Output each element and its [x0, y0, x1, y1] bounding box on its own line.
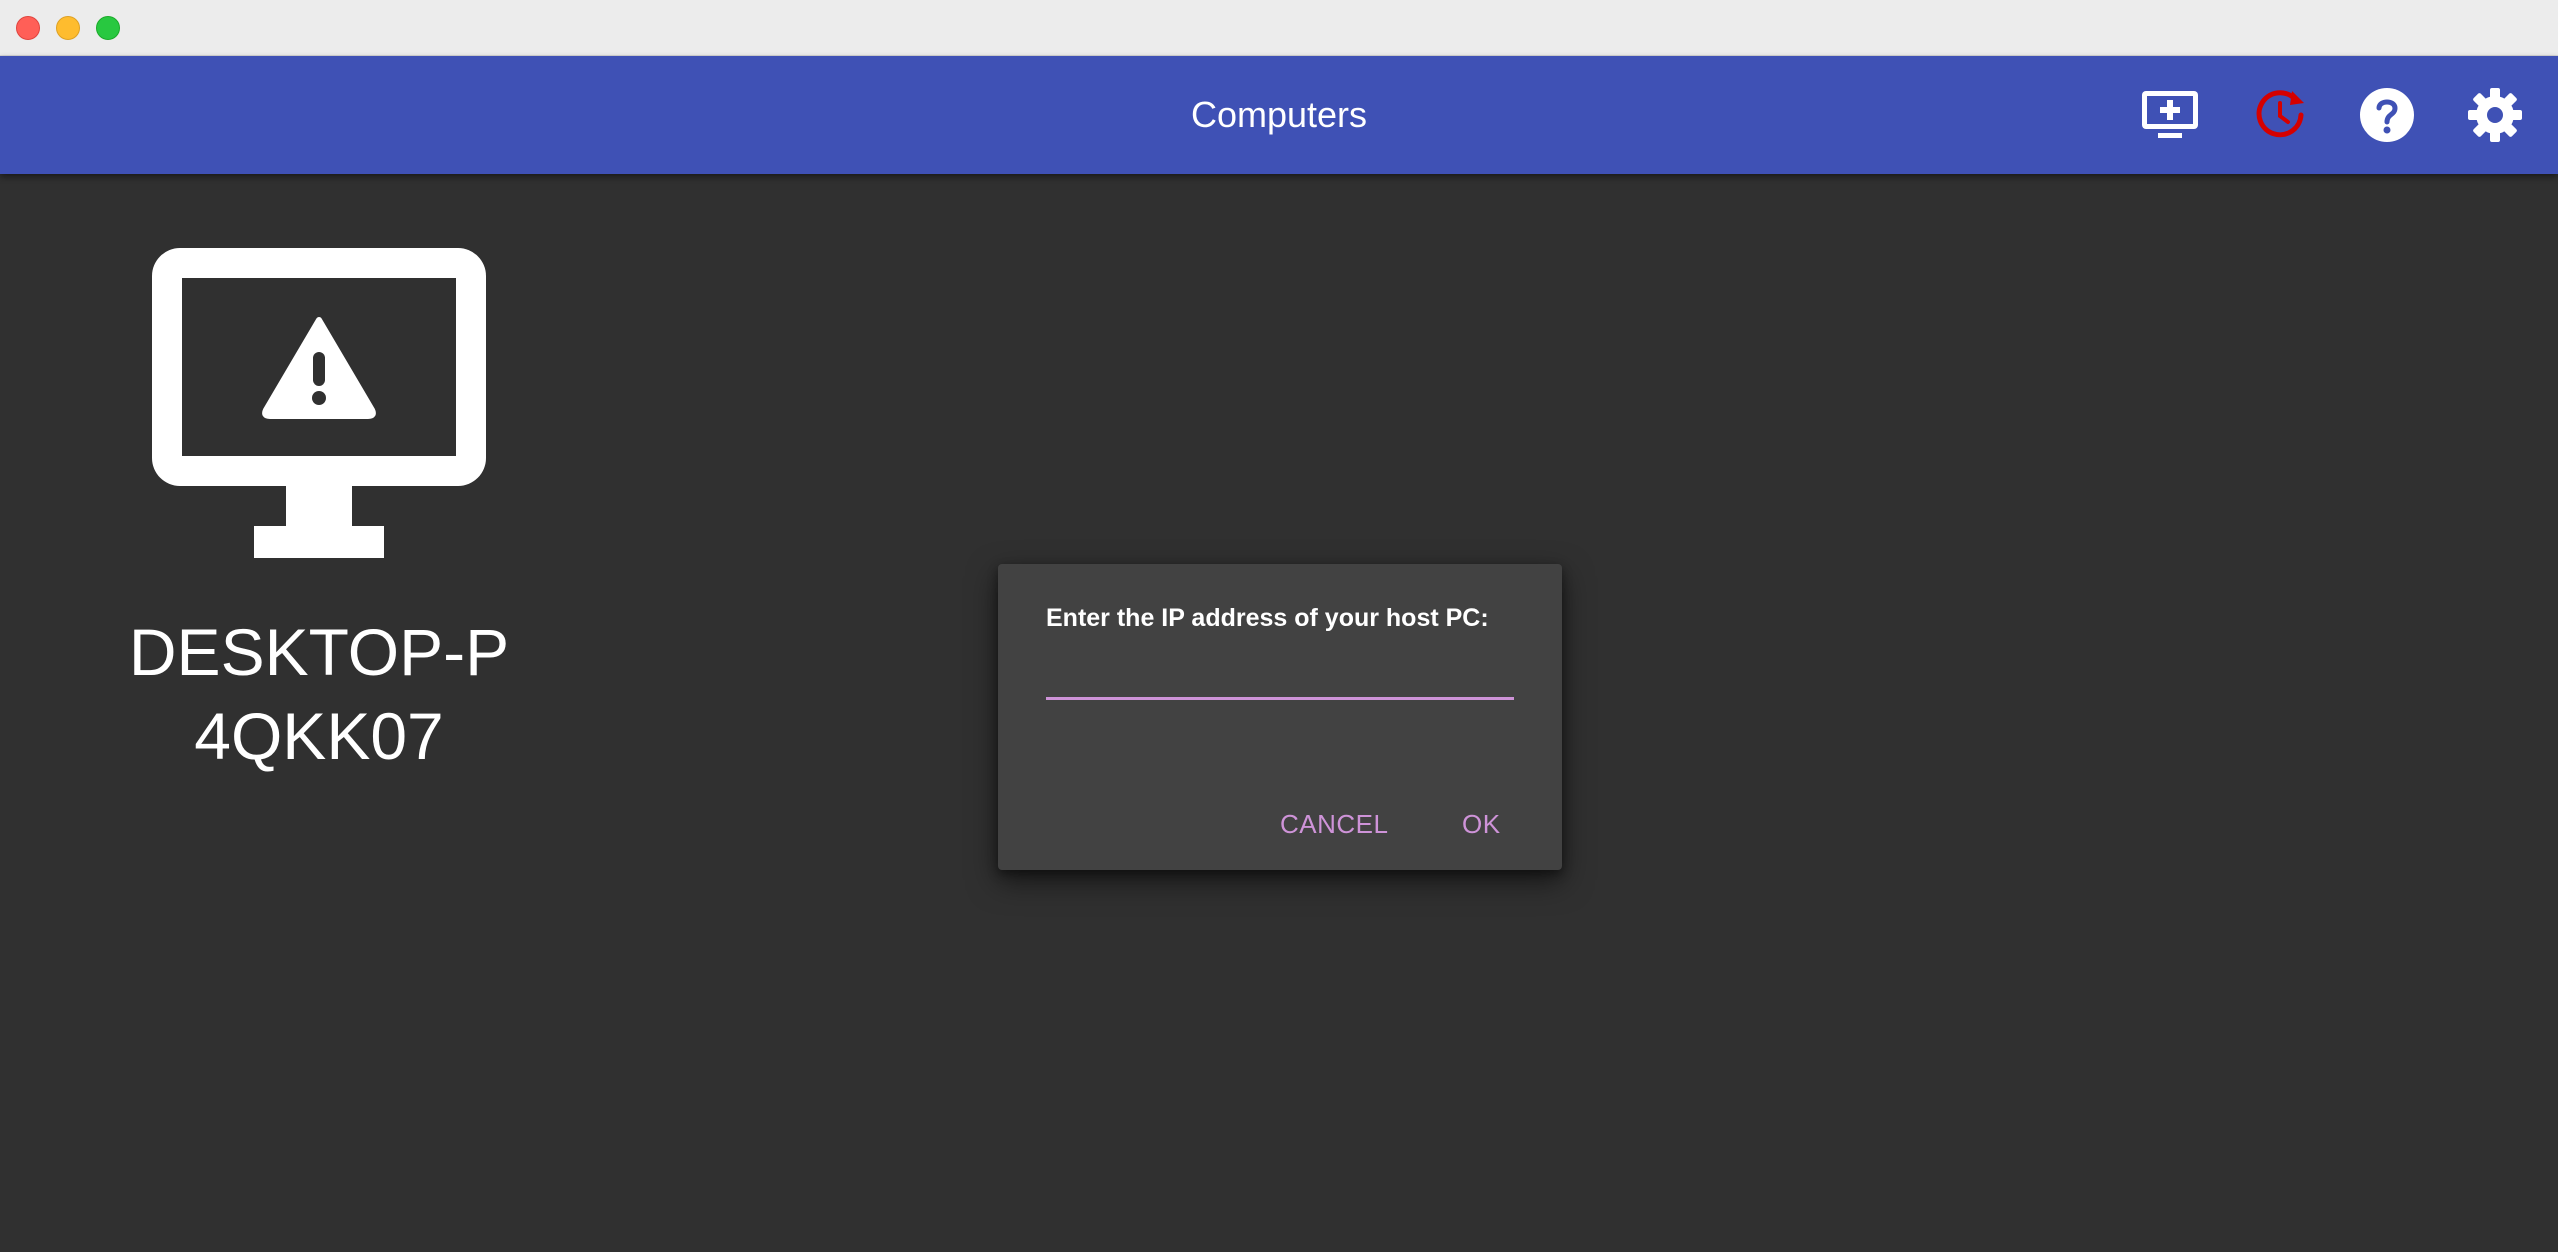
add-pc-button[interactable] — [2140, 87, 2200, 143]
cancel-button[interactable]: CANCEL — [1264, 796, 1404, 852]
settings-button[interactable] — [2465, 87, 2525, 143]
ok-button[interactable]: OK — [1446, 796, 1517, 852]
recent-button[interactable] — [2250, 87, 2310, 143]
help-circle-icon — [2360, 88, 2414, 142]
window-zoom-button[interactable] — [96, 16, 120, 40]
add-pc-dialog: Enter the IP address of your host PC: CA… — [998, 564, 1562, 870]
app-bar: Computers — [0, 56, 2558, 174]
dialog-title: Enter the IP address of your host PC: — [1046, 604, 1489, 632]
gear-icon — [2468, 88, 2522, 142]
window-close-button[interactable] — [16, 16, 40, 40]
computer-tile[interactable]: DESKTOP-P4QKK07 — [118, 240, 520, 778]
app-window: Computers DESKTOP-P4QKK07 Enter the IP a… — [0, 0, 2558, 1252]
add-computer-icon — [2142, 91, 2198, 138]
ip-address-input[interactable] — [1046, 636, 1514, 700]
window-titlebar — [0, 0, 2558, 56]
computer-warning-icon — [152, 248, 486, 558]
history-icon — [2256, 90, 2304, 138]
help-button[interactable] — [2357, 87, 2417, 143]
window-minimize-button[interactable] — [56, 16, 80, 40]
computer-name: DESKTOP-P4QKK07 — [128, 615, 510, 773]
